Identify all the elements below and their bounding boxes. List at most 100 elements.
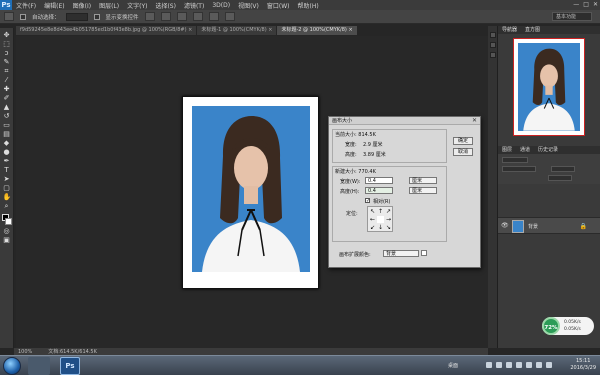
history-panel-icon[interactable] — [489, 32, 496, 38]
eyedropper-tool-icon[interactable]: ⁄ — [3, 77, 11, 84]
gradient-tool-icon[interactable]: ▤ — [3, 131, 11, 138]
adjustments-panel-icon[interactable] — [489, 52, 496, 58]
type-tool-icon[interactable]: T — [3, 167, 11, 174]
minimize-button[interactable]: — — [573, 1, 579, 8]
taskbar-browser-icon[interactable] — [28, 357, 50, 375]
menu-filter[interactable]: 滤镜(T) — [180, 1, 208, 10]
screen-mode-icon[interactable]: ▣ — [3, 237, 11, 244]
system-clock[interactable]: 15:11 2016/3/29 — [570, 358, 596, 372]
tab-histogram[interactable]: 直方图 — [521, 26, 544, 34]
opacity-field[interactable] — [551, 166, 575, 172]
shape-tool-icon[interactable]: ▢ — [3, 185, 11, 192]
tab-channels[interactable]: 通道 — [516, 146, 534, 154]
properties-panel-icon[interactable] — [489, 42, 496, 48]
align-top-icon[interactable] — [144, 12, 155, 21]
document-canvas[interactable] — [182, 96, 319, 289]
tray-shield-icon[interactable] — [536, 362, 542, 368]
taskbar-photoshop-icon[interactable]: Ps — [60, 357, 80, 375]
anchor-nw-icon[interactable]: ↖ — [369, 208, 376, 215]
zoom-tool-icon[interactable]: ⌕ — [3, 203, 11, 210]
anchor-se-icon[interactable]: ↘ — [385, 224, 392, 231]
eraser-tool-icon[interactable]: ▭ — [3, 122, 11, 129]
align-bottom-icon[interactable] — [176, 12, 187, 21]
anchor-e-icon[interactable]: → — [385, 216, 392, 223]
start-button[interactable] — [3, 357, 21, 375]
align-left-icon[interactable] — [192, 12, 203, 21]
tray-volume-icon[interactable] — [496, 362, 502, 368]
crop-tool-icon[interactable]: ⌗ — [3, 68, 11, 75]
menu-image[interactable]: 图像(I) — [69, 1, 95, 10]
canvas-extension-select[interactable]: 背景 — [383, 250, 419, 257]
brush-tool-icon[interactable]: ✐ — [3, 95, 11, 102]
tray-flag-icon[interactable] — [506, 362, 512, 368]
tray-app-icon[interactable] — [526, 362, 532, 368]
anchor-ne-icon[interactable]: ↗ — [385, 208, 392, 215]
relative-checkbox[interactable]: ✓ — [365, 198, 370, 204]
maximize-button[interactable]: □ — [583, 1, 589, 8]
width-unit-select[interactable]: 厘米 — [409, 177, 437, 184]
hand-tool-icon[interactable]: ✋ — [3, 194, 12, 201]
align-middle-icon[interactable] — [160, 12, 171, 21]
cancel-button[interactable]: 取消 — [453, 148, 473, 156]
tab-untitled-1[interactable]: 未标题-1 @ 100%(CMYK/8) × — [197, 26, 278, 35]
zoom-level[interactable]: 100% — [18, 349, 32, 355]
marquee-tool-icon[interactable]: ⬚ — [3, 41, 11, 48]
move-tool-preset-icon[interactable] — [4, 12, 14, 21]
menu-view[interactable]: 视图(V) — [234, 1, 263, 10]
align-right-icon[interactable] — [224, 12, 235, 21]
menu-select[interactable]: 选择(S) — [151, 1, 180, 10]
menu-type[interactable]: 文字(Y) — [123, 1, 151, 10]
menu-window[interactable]: 窗口(W) — [263, 1, 294, 10]
anchor-w-icon[interactable]: ← — [369, 216, 376, 223]
quick-mask-icon[interactable]: ◎ — [3, 228, 11, 235]
dialog-close-icon[interactable]: ✕ — [472, 117, 477, 125]
layer-filter-select[interactable] — [502, 157, 528, 163]
path-select-tool-icon[interactable]: ➤ — [3, 176, 11, 183]
menu-edit[interactable]: 编辑(E) — [40, 1, 68, 10]
background-color[interactable] — [4, 218, 12, 225]
anchor-center-icon[interactable] — [377, 216, 384, 223]
pen-tool-icon[interactable]: ✒ — [3, 158, 11, 165]
close-button[interactable]: ✕ — [593, 1, 598, 8]
height-unit-select[interactable]: 厘米 — [409, 187, 437, 194]
anchor-s-icon[interactable]: ↓ — [377, 224, 384, 231]
ok-button[interactable]: 确定 — [453, 137, 473, 145]
tray-speaker-icon[interactable] — [546, 362, 552, 368]
move-tool-icon[interactable]: ✥ — [3, 32, 11, 39]
fill-field[interactable] — [548, 175, 572, 181]
navigator-preview[interactable] — [513, 38, 585, 136]
dodge-tool-icon[interactable]: ● — [3, 149, 11, 156]
canvas-extension-color-swatch[interactable] — [421, 250, 427, 256]
tray-network-icon[interactable] — [486, 362, 492, 368]
align-center-icon[interactable] — [208, 12, 219, 21]
history-brush-tool-icon[interactable]: ↺ — [3, 113, 11, 120]
tray-keyboard-icon[interactable] — [516, 362, 522, 368]
quick-select-tool-icon[interactable]: ✎ — [3, 59, 11, 66]
tab-untitled-2[interactable]: 未标题-2 @ 100%(CMYK/8) × — [277, 26, 358, 35]
tab-layers[interactable]: 图层 — [498, 146, 516, 154]
tab-history[interactable]: 历史记录 — [534, 146, 562, 154]
menu-help[interactable]: 帮助(H) — [294, 1, 323, 10]
anchor-sw-icon[interactable]: ↙ — [369, 224, 376, 231]
desktop-label[interactable]: 桌面 — [448, 362, 458, 369]
menu-layer[interactable]: 图层(L) — [95, 1, 123, 10]
clone-stamp-tool-icon[interactable]: ▲ — [3, 104, 11, 111]
tab-jpg-document[interactable]: f9d59245e8e8d43ee4b051785ed1b0f43e8b.jpg… — [16, 26, 198, 35]
blend-mode-select[interactable] — [502, 166, 536, 172]
height-input[interactable]: 0.4 — [365, 187, 393, 194]
tab-navigator[interactable]: 导航器 — [498, 26, 521, 34]
anchor-n-icon[interactable]: ↑ — [377, 208, 384, 215]
network-monitor-widget[interactable]: 72% 0.05K/s 0.05K/s — [542, 317, 594, 335]
lasso-tool-icon[interactable]: ↄ — [3, 50, 11, 57]
blur-tool-icon[interactable]: ◆ — [3, 140, 11, 147]
menu-file[interactable]: 文件(F) — [12, 1, 40, 10]
menu-3d[interactable]: 3D(D) — [208, 2, 234, 9]
layer-row[interactable]: 👁 背景 🔒 — [498, 217, 600, 234]
eye-icon[interactable]: 👁 — [501, 222, 509, 229]
healing-brush-tool-icon[interactable]: ✚ — [3, 86, 11, 93]
auto-select-checkbox[interactable] — [20, 13, 26, 20]
workspace-select[interactable]: 基本功能 — [552, 12, 592, 21]
show-transform-checkbox[interactable] — [93, 13, 100, 20]
width-input[interactable]: 0.4 — [365, 177, 393, 184]
auto-select-dropdown[interactable] — [65, 12, 88, 21]
